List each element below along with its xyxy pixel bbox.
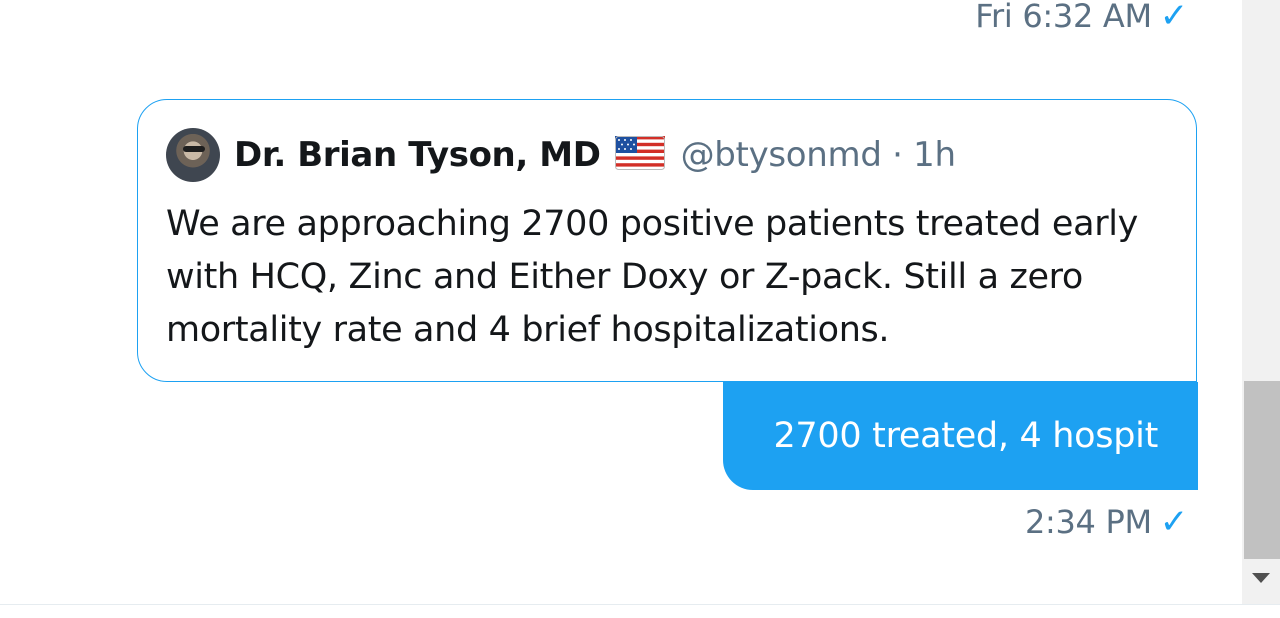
checkmark-icon: ✓	[1159, 502, 1189, 542]
scroll-down-arrow-icon[interactable]	[1252, 573, 1270, 583]
quoted-tweet-text: We are approaching 2700 positive patient…	[166, 204, 1138, 350]
quoted-author-handle: @btysonmd · 1h	[680, 135, 957, 175]
divider	[0, 604, 1280, 605]
quoted-tweet-header: Dr. Brian Tyson, MD @btysonmd · 1h	[166, 128, 956, 182]
us-flag-icon	[614, 136, 665, 174]
sent-message-bubble[interactable]: 2700 treated, 4 hospit	[723, 382, 1198, 490]
message-timestamp: 2:34 PM ✓	[1025, 502, 1188, 542]
avatar[interactable]	[166, 128, 220, 182]
message-timestamp: Fri 6:32 AM ✓	[975, 0, 1188, 36]
checkmark-icon: ✓	[1159, 0, 1189, 36]
quoted-tweet-card[interactable]: Dr. Brian Tyson, MD @btysonmd · 1h We ar…	[137, 99, 1197, 382]
timestamp-text: 2:34 PM	[1024, 503, 1152, 541]
quoted-author-name[interactable]: Dr. Brian Tyson, MD	[234, 135, 601, 175]
scrollbar-thumb[interactable]	[1244, 381, 1280, 559]
sent-message-text: 2700 treated, 4 hospit	[773, 416, 1158, 456]
timestamp-text: Fri 6:32 AM	[975, 0, 1152, 35]
